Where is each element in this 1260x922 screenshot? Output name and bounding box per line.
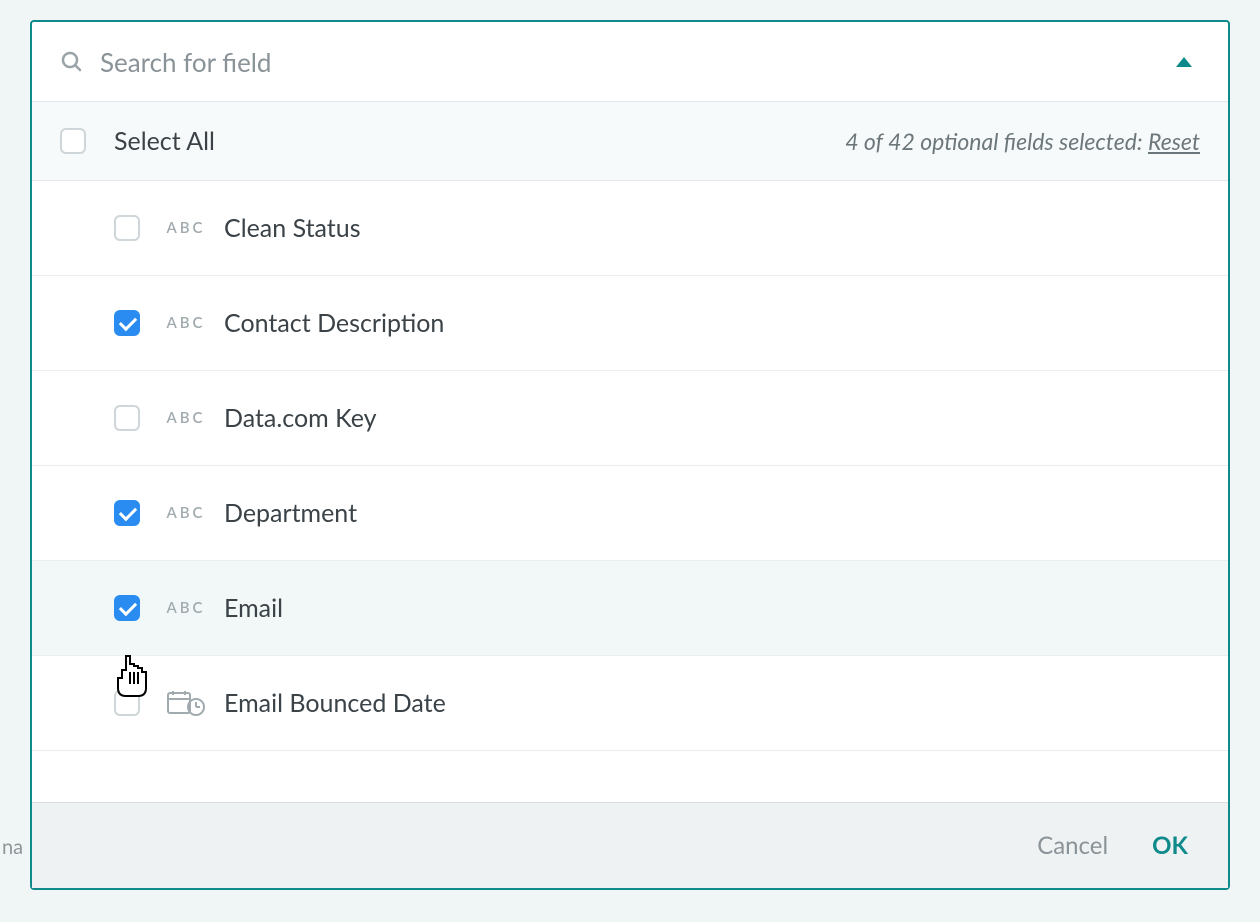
text-type-icon: ABC	[164, 599, 208, 617]
field-checkbox[interactable]	[114, 215, 140, 241]
field-row[interactable]: Email Bounced Date	[32, 656, 1228, 751]
bg-fragment: na	[2, 835, 23, 859]
field-label: Contact Description	[224, 308, 444, 338]
ok-button[interactable]: OK	[1152, 831, 1188, 860]
select-all-checkbox[interactable]	[60, 128, 86, 154]
select-all-label: Select All	[114, 126, 215, 156]
dialog-footer: Cancel OK	[32, 802, 1228, 888]
text-type-icon: ABC	[164, 219, 208, 237]
text-type-icon: ABC	[164, 409, 208, 427]
field-checkbox[interactable]	[114, 595, 140, 621]
field-row[interactable]: ABC Email	[32, 561, 1228, 656]
field-label: Email	[224, 593, 283, 623]
datetime-type-icon	[164, 689, 208, 717]
field-checkbox[interactable]	[114, 310, 140, 336]
field-row[interactable]: ABC Contact Description	[32, 276, 1228, 371]
field-list[interactable]: ABCClean StatusABCContact DescriptionABC…	[32, 181, 1228, 802]
reset-link[interactable]: Reset	[1148, 127, 1200, 155]
field-picker-dialog: Select All 4 of 42 optional fields selec…	[30, 20, 1230, 890]
field-label: Department	[224, 498, 357, 528]
field-checkbox[interactable]	[114, 500, 140, 526]
field-checkbox[interactable]	[114, 690, 140, 716]
text-type-icon: ABC	[164, 504, 208, 522]
search-icon	[60, 50, 84, 74]
collapse-caret-icon[interactable]	[1168, 44, 1200, 79]
select-all-row: Select All 4 of 42 optional fields selec…	[32, 102, 1228, 181]
text-type-icon: ABC	[164, 314, 208, 332]
selection-status-text: 4 of 42 optional fields selected:	[845, 127, 1148, 155]
field-label: Clean Status	[224, 213, 361, 243]
search-input[interactable]	[100, 46, 1168, 78]
cancel-button[interactable]: Cancel	[1037, 831, 1108, 860]
field-label: Data.com Key	[224, 403, 376, 433]
selection-status: 4 of 42 optional fields selected: Reset	[845, 127, 1200, 155]
field-checkbox[interactable]	[114, 405, 140, 431]
field-row[interactable]: ABC Clean Status	[32, 181, 1228, 276]
field-row[interactable]: ABC Department	[32, 466, 1228, 561]
field-label: Email Bounced Date	[224, 688, 446, 718]
search-row	[32, 22, 1228, 102]
field-row[interactable]: ABC Data.com Key	[32, 371, 1228, 466]
